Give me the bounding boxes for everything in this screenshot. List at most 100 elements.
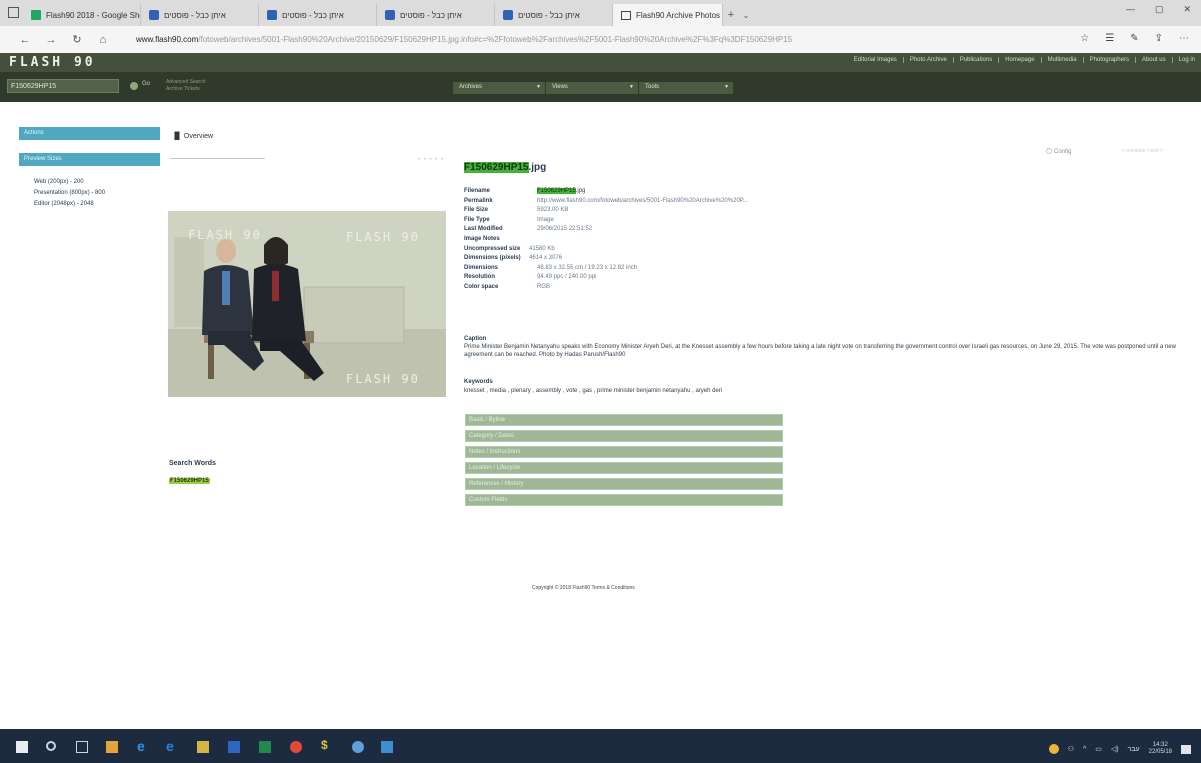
preview-sizes-list: Web (200px) - 200 Presentation (800px) -… — [34, 177, 105, 210]
detail-row: Uncompressed size 41580 Kb — [464, 245, 748, 255]
detail-key: Last Modified — [464, 226, 503, 233]
nav-multimedia[interactable]: Multimedia — [1040, 57, 1083, 63]
go-button[interactable]: Go — [142, 81, 150, 87]
window-menu-icon[interactable] — [8, 7, 19, 18]
tools-menu[interactable]: Tools ▼ — [639, 82, 733, 94]
filename-highlight: F150629HP15 — [537, 188, 576, 194]
preview-size-editor[interactable]: Editor (2048px) - 2048 — [34, 199, 105, 210]
language-indicator[interactable]: עבר — [1128, 746, 1140, 753]
notifications-icon[interactable] — [1181, 744, 1191, 754]
task-view-icon[interactable] — [76, 741, 88, 753]
chrome-icon[interactable] — [290, 741, 302, 753]
browser-tab[interactable]: איתן כבל - פוסטים — [495, 4, 613, 26]
detail-value: 4614 x 3076 — [529, 255, 563, 262]
accordion-basic-byline[interactable]: Basic / Byline — [465, 414, 783, 426]
favorite-star-icon[interactable]: ☆ — [1080, 33, 1089, 44]
favorites-list-icon[interactable]: ☰ — [1105, 33, 1114, 44]
archives-menu-label: Archives — [459, 84, 483, 90]
detail-value: 41580 Kb — [529, 245, 555, 252]
back-icon[interactable]: ← — [12, 34, 38, 46]
preview-sizes-button[interactable]: Preview Sizes — [19, 153, 160, 166]
search-word[interactable]: F150629HP15 — [169, 478, 210, 484]
start-windows-icon[interactable] — [16, 741, 28, 753]
detail-value: 5923.00 KB — [537, 207, 569, 214]
config-label: Config — [1054, 149, 1072, 155]
site-header: FLASH 90 Editorial Images Photo Archive … — [0, 53, 1201, 72]
nav-photo-archive[interactable]: Photo Archive — [902, 57, 953, 63]
overview-tab[interactable]: ▐▌ Overview — [172, 133, 213, 140]
tab-list-chevron-icon[interactable]: ⌄ — [739, 4, 753, 26]
nav-publications[interactable]: Publications — [952, 57, 998, 63]
clock[interactable]: 14:32 22/05/18 — [1149, 742, 1172, 756]
edge-icon[interactable]: e — [137, 738, 149, 754]
file-explorer-icon[interactable] — [197, 741, 209, 753]
share-icon[interactable]: ⇪ — [1155, 33, 1163, 44]
svg-text:FLASH 90: FLASH 90 — [188, 228, 262, 242]
minimize-icon[interactable]: — — [1126, 4, 1135, 15]
accordion-custom-fields[interactable]: Custom Fields — [465, 494, 783, 506]
detail-value: 48.83 x 32.55 cm / 19.23 x 12.82 inch — [537, 264, 638, 271]
ie-icon[interactable]: e — [166, 738, 178, 754]
word-icon[interactable] — [228, 741, 240, 753]
maximize-icon[interactable]: ▢ — [1155, 4, 1164, 15]
home-icon[interactable]: ⌂ — [90, 34, 116, 46]
permalink[interactable]: http://www.flash90.com/fotoweb/archives/… — [537, 197, 748, 207]
config-button[interactable]: Config — [1046, 148, 1071, 155]
detail-key: Dimensions — [464, 264, 499, 271]
preview-size-presentation[interactable]: Presentation (800px) - 800 — [34, 188, 105, 199]
tray-chevron-icon[interactable]: ^ — [1083, 746, 1086, 753]
browser-toolbar: ☆ ☰ ✎ ⇪ ⋯ — [1080, 33, 1189, 44]
excel-icon[interactable] — [259, 741, 271, 753]
browser-tab[interactable]: איתן כבל - פוסטים — [141, 4, 259, 26]
app-icon[interactable] — [352, 741, 364, 753]
browser-tab[interactable]: איתן כבל - פוסטים — [377, 4, 495, 26]
refresh-icon[interactable]: ↻ — [64, 33, 90, 46]
caption-text: Prime Minister Benjamin Netanyahu speaks… — [464, 344, 1176, 358]
browser-tab-active[interactable]: Flash90 Archive Photos✕ — [613, 4, 723, 26]
file-title-ext: .jpg — [528, 162, 547, 173]
volume-icon[interactable]: ◁) — [1111, 745, 1119, 753]
browser-tab[interactable]: Flash90 2018 - Google Shee — [23, 4, 141, 26]
people-icon[interactable]: ⚇ — [1068, 745, 1074, 753]
pager[interactable]: < previous | next > — [1122, 148, 1163, 154]
accordion-location-lifecycle[interactable]: Location / Lifecycle — [465, 462, 783, 474]
dollar-app-icon[interactable]: $ — [321, 738, 333, 752]
forward-icon[interactable]: → — [38, 34, 64, 46]
new-tab-icon[interactable]: + — [723, 4, 739, 26]
views-menu[interactable]: Views ▼ — [546, 82, 638, 94]
network-icon[interactable]: ▭ — [1095, 745, 1102, 753]
detail-key: Filename — [464, 188, 491, 194]
archives-menu[interactable]: Archives ▼ — [453, 82, 545, 94]
site-logo[interactable]: FLASH 90 — [9, 55, 96, 70]
weather-icon[interactable] — [1048, 744, 1059, 754]
accordion-references-history[interactable]: References / History — [465, 478, 783, 490]
site-toolbar: Go Advanced Search Archive Tickets Archi… — [0, 72, 1201, 102]
preview-size-web[interactable]: Web (200px) - 200 — [34, 177, 105, 188]
detail-value: 29/06/2015 22:51:52 — [537, 226, 593, 233]
accordion-notes-instructions[interactable]: Notes / Instructions — [465, 446, 783, 458]
photo-preview[interactable]: FLASH 90 FLASH 90 FLASH 90 — [168, 211, 446, 397]
more-icon[interactable]: ⋯ — [1179, 33, 1189, 44]
detail-key: File Type — [464, 216, 490, 223]
detail-key: Dimensions (pixels) — [464, 255, 521, 262]
archive-search-input[interactable] — [7, 79, 119, 93]
nav-log-in[interactable]: Log in — [1171, 57, 1201, 63]
advanced-search-link[interactable]: Advanced Search — [166, 79, 205, 86]
archive-tickets-link[interactable]: Archive Tickets — [166, 86, 205, 93]
photo-image: FLASH 90 FLASH 90 FLASH 90 — [168, 211, 446, 397]
search-icon[interactable] — [46, 741, 56, 751]
close-window-icon[interactable]: ✕ — [1183, 4, 1191, 15]
nav-homepage[interactable]: Homepage — [998, 57, 1040, 63]
actions-button[interactable]: Actions — [19, 127, 160, 140]
url-field[interactable]: www.flash90.com/fotoweb/archives/5001-Fl… — [136, 35, 792, 44]
pen-icon[interactable]: ✎ — [1130, 33, 1138, 44]
store-icon[interactable] — [106, 741, 118, 753]
browser-tab[interactable]: איתן כבל - פוסטים — [259, 4, 377, 26]
accordion-category-dates[interactable]: Category / Dates — [465, 430, 783, 442]
go-icon[interactable] — [130, 82, 138, 90]
photos-app-icon[interactable] — [381, 741, 393, 753]
nav-editorial-images[interactable]: Editorial Images — [848, 57, 903, 63]
clock-time: 14:32 — [1152, 742, 1168, 748]
nav-about-us[interactable]: About us — [1134, 57, 1172, 63]
nav-photographers[interactable]: Photographers — [1082, 57, 1135, 63]
